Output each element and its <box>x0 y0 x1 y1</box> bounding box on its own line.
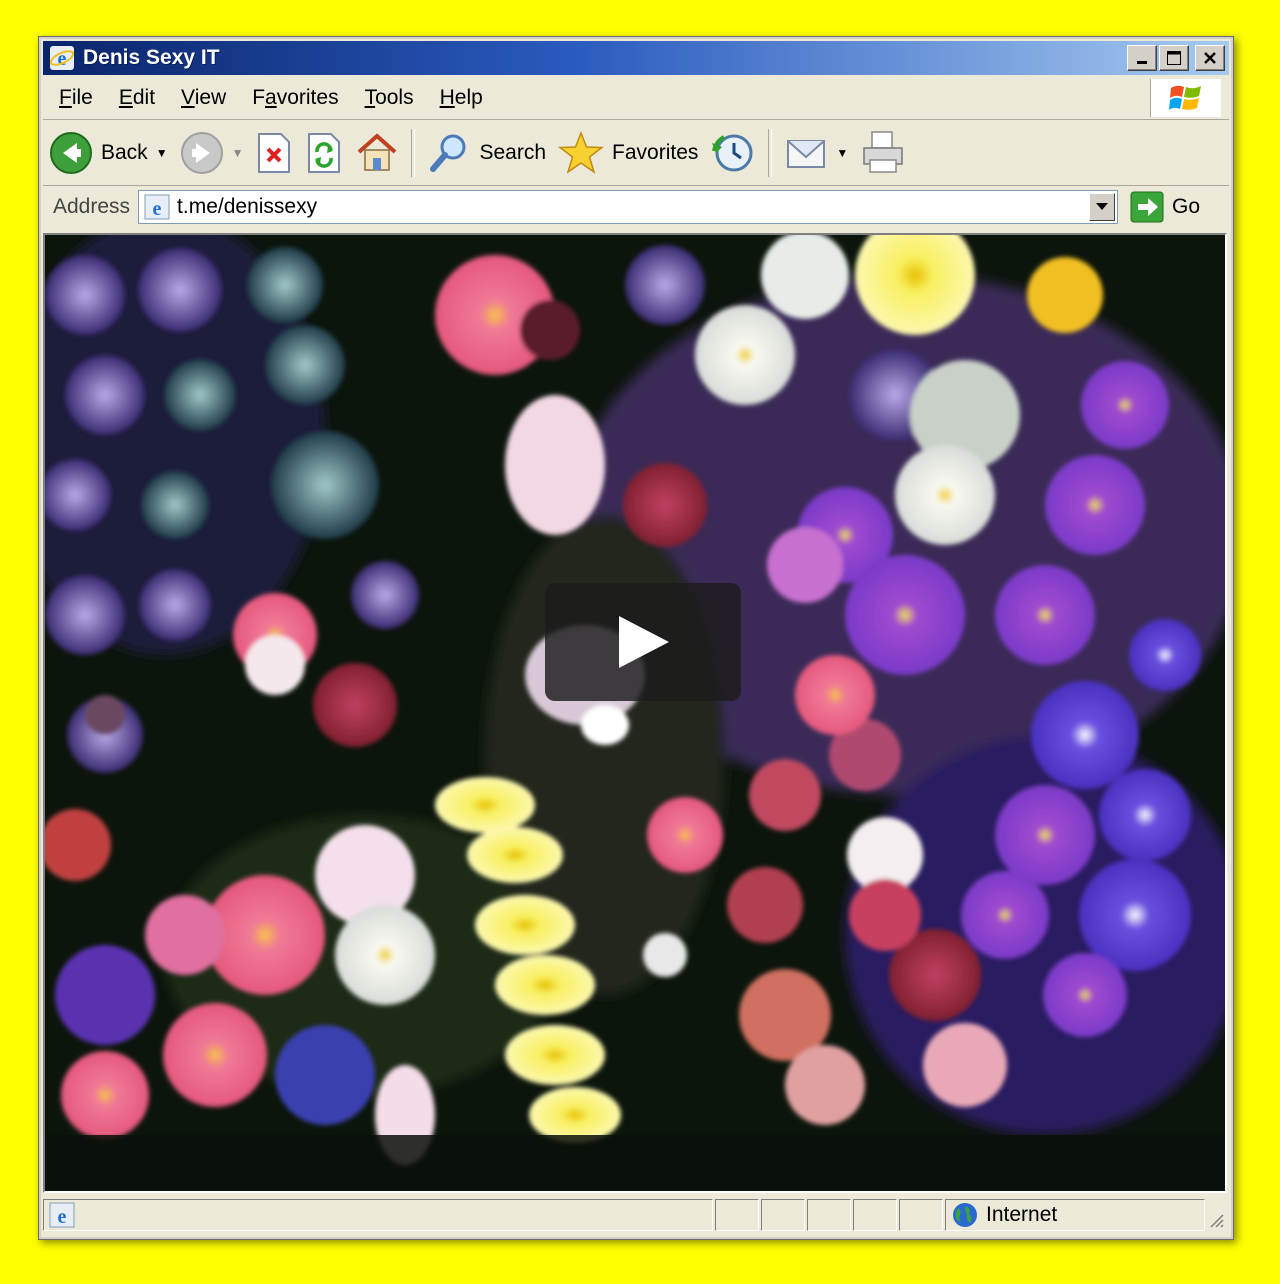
video-play-button[interactable] <box>545 583 741 701</box>
security-zone-panel: Internet <box>945 1199 1205 1231</box>
refresh-icon <box>308 133 341 173</box>
window-controls <box>1127 45 1225 71</box>
address-input[interactable]: e t.me/denissexy <box>138 190 1119 224</box>
windows-logo <box>1150 79 1221 117</box>
close-icon <box>1204 52 1216 64</box>
toolbar-separator <box>768 129 773 177</box>
menu-file[interactable]: File <box>59 86 93 110</box>
search-magnifier-icon <box>430 134 466 172</box>
globe-icon <box>953 1203 977 1227</box>
flower-video-frame <box>45 235 1225 1191</box>
chevron-down-icon <box>1096 203 1109 210</box>
print-icon <box>863 131 904 173</box>
menu-favorites[interactable]: Favorites <box>252 86 338 110</box>
browser-window: e Denis Sexy IT File Edit View Favorites… <box>38 36 1234 1240</box>
video-content-area[interactable] <box>43 233 1227 1193</box>
menu-help[interactable]: Help <box>440 86 483 110</box>
go-button[interactable]: Go <box>1130 191 1200 223</box>
mail-button[interactable]: ▼ <box>778 126 854 180</box>
address-bar: Address e t.me/denissexy Go <box>43 187 1229 227</box>
status-panel <box>761 1199 805 1231</box>
ie-icon: e <box>49 46 75 70</box>
toolbar-separator <box>411 129 416 177</box>
standard-toolbar: Back ▼ ▼ Search Favorites ▼ <box>43 121 1229 186</box>
minimize-icon <box>1137 61 1147 64</box>
back-button[interactable]: Back ▼ <box>43 126 174 180</box>
page-icon: e <box>49 1202 75 1228</box>
forward-dropdown-icon[interactable]: ▼ <box>232 146 244 160</box>
stop-button[interactable] <box>249 126 299 180</box>
status-bar: e Internet <box>43 1197 1229 1233</box>
back-arrow-icon <box>50 132 92 174</box>
status-panel <box>715 1199 759 1231</box>
forward-button[interactable]: ▼ <box>174 126 250 180</box>
close-button[interactable] <box>1195 45 1225 71</box>
window-title: Denis Sexy IT <box>83 46 220 69</box>
status-panel <box>807 1199 851 1231</box>
favorites-star-icon <box>558 131 605 174</box>
title-bar[interactable]: e Denis Sexy IT <box>43 41 1229 75</box>
go-arrow-icon <box>1130 191 1164 223</box>
back-dropdown-icon[interactable]: ▼ <box>156 146 168 160</box>
history-icon <box>712 134 753 172</box>
address-url[interactable]: t.me/denissexy <box>177 195 317 219</box>
mail-dropdown-icon[interactable]: ▼ <box>836 146 848 160</box>
print-button[interactable] <box>854 126 912 180</box>
home-button[interactable] <box>349 126 405 180</box>
stop-icon <box>258 133 291 173</box>
menu-tools[interactable]: Tools <box>365 86 414 110</box>
status-panel <box>899 1199 943 1231</box>
address-label: Address <box>53 195 131 218</box>
windows-flag-icon <box>1169 85 1201 110</box>
svg-text:e: e <box>58 1206 67 1228</box>
search-button[interactable]: Search <box>421 126 552 180</box>
svg-text:e: e <box>153 198 162 220</box>
menu-edit[interactable]: Edit <box>119 86 155 110</box>
menu-view[interactable]: View <box>181 86 226 110</box>
address-dropdown-button[interactable] <box>1089 193 1116 221</box>
refresh-button[interactable] <box>299 126 349 180</box>
page-icon: e <box>144 194 170 220</box>
minimize-button[interactable] <box>1127 45 1157 71</box>
resize-grip-icon[interactable] <box>1207 1211 1225 1229</box>
play-icon <box>619 616 669 668</box>
status-panel <box>853 1199 897 1231</box>
mail-icon <box>787 140 826 168</box>
favorites-button[interactable]: Favorites <box>552 126 704 180</box>
status-text-panel: e <box>43 1199 713 1231</box>
forward-arrow-icon <box>180 132 223 174</box>
menu-bar: File Edit View Favorites Tools Help <box>43 77 1229 120</box>
maximize-button[interactable] <box>1159 45 1189 71</box>
history-button[interactable] <box>704 126 762 180</box>
maximize-icon <box>1167 51 1181 65</box>
home-icon <box>358 133 397 171</box>
